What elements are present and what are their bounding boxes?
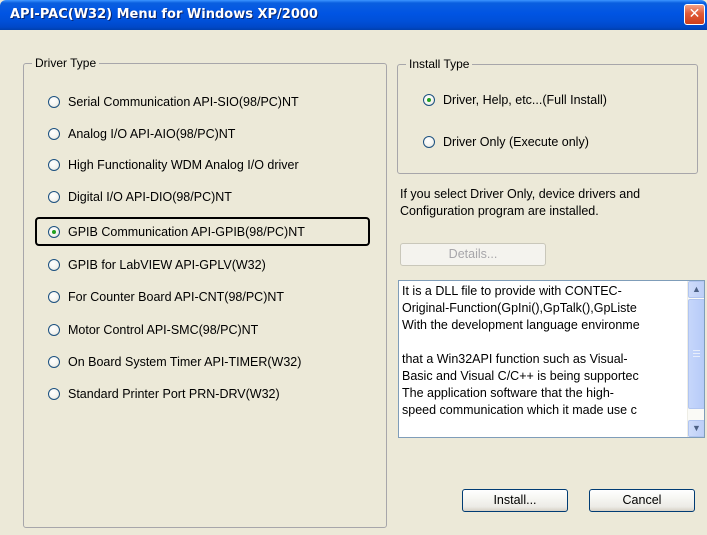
dialog-client-area: Driver Type Serial Communication API-SIO…	[8, 30, 707, 535]
driver-option-label: Motor Control API-SMC(98/PC)NT	[68, 323, 259, 337]
install-option-label: Driver Only (Execute only)	[443, 135, 589, 149]
dialog-window: API-PAC(W32) Menu for Windows XP/2000 ✕ …	[0, 0, 707, 535]
description-line: Basic and Visual C/C++ is being supporte…	[402, 369, 639, 383]
radio-button[interactable]	[48, 356, 60, 368]
thumb-grip	[693, 356, 700, 357]
window-title: API-PAC(W32) Menu for Windows XP/2000	[10, 7, 318, 22]
scroll-up-button[interactable]: ▲	[688, 281, 704, 298]
description-line: Original-Function(GpIni(),GpTalk(),GpLis…	[402, 301, 637, 315]
description-line	[402, 334, 702, 351]
chevron-down-icon: ▼	[692, 423, 701, 433]
description-line: that a Win32API function such as Visual-	[402, 352, 628, 366]
radio-button[interactable]	[423, 136, 435, 148]
radio-button[interactable]	[48, 128, 60, 140]
cancel-button[interactable]: Cancel	[589, 489, 695, 512]
radio-button-checked[interactable]	[423, 94, 435, 106]
title-bar[interactable]: API-PAC(W32) Menu for Windows XP/2000 ✕	[0, 0, 707, 30]
radio-button[interactable]	[48, 259, 60, 271]
description-line: It is a DLL file to provide with CONTEC-	[402, 284, 622, 298]
driver-option-label: Analog I/O API-AIO(98/PC)NT	[68, 127, 236, 141]
driver-option-label: Standard Printer Port PRN-DRV(W32)	[68, 387, 280, 401]
description-line: speed communication which it made use c	[402, 403, 637, 417]
driver-option-label: High Functionality WDM Analog I/O driver	[68, 158, 299, 172]
description-text: It is a DLL file to provide with CONTEC-…	[402, 283, 702, 419]
close-icon: ✕	[688, 6, 701, 22]
scroll-down-button[interactable]: ▼	[688, 420, 704, 437]
thumb-grip	[693, 350, 700, 351]
install-type-group: Install Type Driver, Help, etc...(Full I…	[397, 57, 698, 174]
install-info-line-1: If you select Driver Only, device driver…	[400, 187, 641, 201]
close-button[interactable]: ✕	[684, 4, 705, 25]
driver-option-label: GPIB for LabVIEW API-GPLV(W32)	[68, 258, 266, 272]
install-button[interactable]: Install...	[462, 489, 568, 512]
description-line: With the development language environme	[402, 318, 640, 332]
chevron-up-icon: ▲	[692, 284, 701, 294]
radio-button-checked[interactable]	[48, 226, 60, 238]
driver-type-group: Driver Type Serial Communication API-SIO…	[23, 56, 387, 528]
description-textarea[interactable]: It is a DLL file to provide with CONTEC-…	[398, 280, 705, 438]
details-button[interactable]: Details...	[400, 243, 546, 266]
driver-option-label: On Board System Timer API-TIMER(W32)	[68, 355, 302, 369]
radio-button[interactable]	[48, 388, 60, 400]
install-type-legend: Install Type	[406, 57, 473, 71]
vertical-scrollbar[interactable]: ▲ ▼	[687, 281, 704, 437]
driver-option-label: For Counter Board API-CNT(98/PC)NT	[68, 290, 285, 304]
thumb-grip	[693, 353, 700, 354]
driver-option-label: GPIB Communication API-GPIB(98/PC)NT	[68, 225, 305, 239]
driver-option-label: Serial Communication API-SIO(98/PC)NT	[68, 95, 299, 109]
description-line: The application software that the high-	[402, 386, 614, 400]
scroll-thumb[interactable]	[688, 299, 704, 409]
install-option-label: Driver, Help, etc...(Full Install)	[443, 93, 607, 107]
driver-option-label: Digital I/O API-DIO(98/PC)NT	[68, 190, 232, 204]
driver-type-legend: Driver Type	[32, 56, 100, 70]
radio-button[interactable]	[48, 96, 60, 108]
radio-button[interactable]	[48, 291, 60, 303]
radio-button[interactable]	[48, 324, 60, 336]
radio-button[interactable]	[48, 191, 60, 203]
radio-button[interactable]	[48, 159, 60, 171]
install-info-line-2: Configuration program are installed.	[400, 204, 599, 218]
